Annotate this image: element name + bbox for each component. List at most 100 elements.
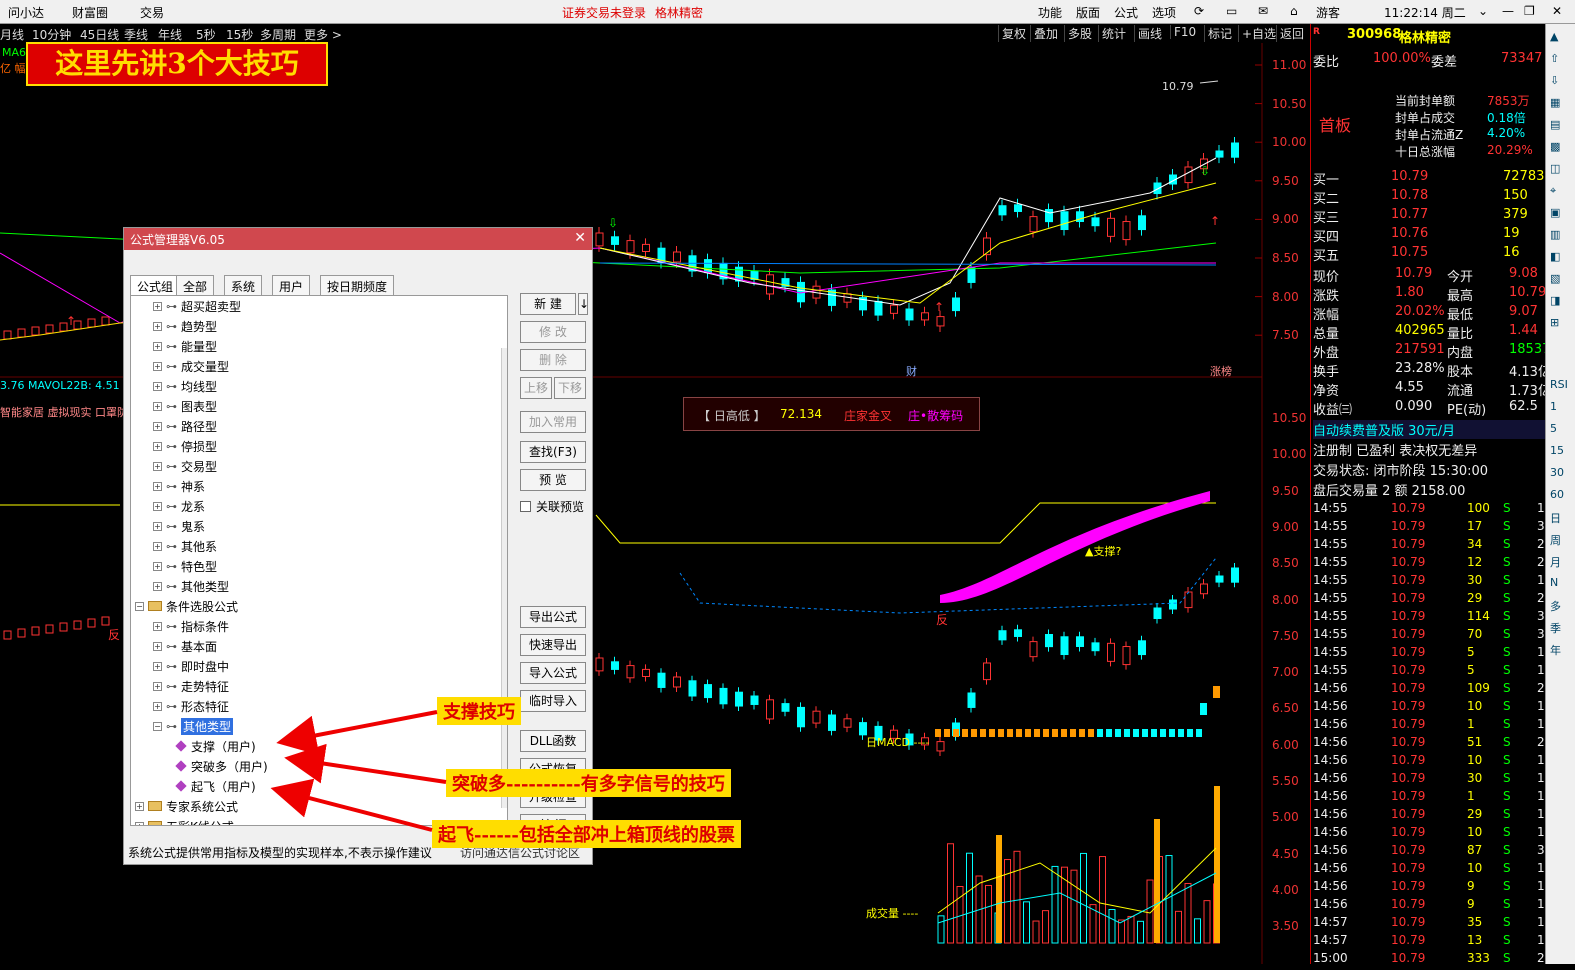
dialog-button[interactable]: 修 改 [520,321,586,343]
tree-node[interactable]: + ⊶ 成交量型 [153,356,229,376]
side-tool-label[interactable]: 5 [1550,422,1557,435]
expand-icon[interactable]: + [153,661,162,671]
tree-node[interactable]: + 专家系统公式 [135,796,238,816]
tool-huaxian[interactable]: 画线 [1134,25,1165,42]
period-more[interactable]: 更多 > [304,26,342,43]
tool-duogu[interactable]: 多股 [1064,25,1095,42]
user-label[interactable]: 游客 [1316,4,1340,21]
tab-user[interactable]: 用户 [272,275,311,295]
expand-icon[interactable]: + [153,321,162,331]
login-notice[interactable]: 证券交易未登录 [562,4,646,21]
tab-all[interactable]: 全部 [176,275,215,295]
tool-icon[interactable]: ▧ [1550,272,1560,285]
dialog-button[interactable]: 查找(F3) [520,441,586,463]
expand-icon[interactable]: + [153,641,162,651]
tool-icon[interactable]: ▩ [1550,140,1560,153]
tab-by-date[interactable]: 按日期频度 [320,275,395,295]
tree-node[interactable]: 起飞（用户) [175,776,256,796]
expand-icon[interactable]: + [135,821,144,825]
side-tool-label[interactable]: 15 [1550,444,1564,457]
tree-node[interactable]: + ⊶ 龙系 [153,496,205,516]
expand-icon[interactable]: − [153,721,162,731]
dialog-button[interactable]: 删 除 [520,349,586,371]
new-dropdown-icon[interactable]: ↓ [578,293,589,315]
dialog-button[interactable]: 上移 [520,377,552,399]
close-icon[interactable]: ✕ [1552,4,1562,18]
tree-node[interactable]: − 条件选股公式 [135,596,238,616]
side-tool-label[interactable]: 1 [1550,400,1557,413]
expand-icon[interactable]: + [153,501,162,511]
minimize-icon[interactable]: — [1502,4,1514,18]
tree-scrollbar[interactable] [501,348,507,808]
tree-node[interactable]: + ⊶ 基本面 [153,636,217,656]
expand-icon[interactable]: + [153,461,162,471]
tree-node[interactable]: + ⊶ 路径型 [153,416,217,436]
tool-icon[interactable]: ⇧ [1550,52,1559,65]
tool-icon[interactable]: ◫ [1550,162,1560,175]
tree-node[interactable]: + ⊶ 指标条件 [153,616,229,636]
expand-icon[interactable]: + [153,481,162,491]
expand-icon[interactable]: + [153,521,162,531]
side-tool-label[interactable]: 30 [1550,466,1564,479]
tool-fanhui[interactable]: 返回 [1276,25,1307,42]
dialog-close-icon[interactable]: ✕ [574,230,586,246]
expand-icon[interactable]: + [135,801,144,811]
period-10min[interactable]: 10分钟 [32,26,71,43]
tree-node[interactable]: + ⊶ 走势特征 [153,676,229,696]
screen-icon[interactable]: ▭ [1226,4,1237,18]
tool-icon[interactable]: ◧ [1550,250,1560,263]
tool-icon[interactable]: ⊞ [1550,316,1559,329]
refresh-icon[interactable]: ⟳ [1194,4,1204,18]
tool-tongji[interactable]: 统计 [1098,25,1129,42]
expand-icon[interactable]: − [135,601,144,611]
side-tool-label[interactable]: 日 [1550,510,1561,526]
side-tool-label[interactable]: 周 [1550,532,1561,548]
formula-tree[interactable]: + ⊶ 超买超卖型 + ⊶ 趋势型 + ⊶ 能量型 + ⊶ 成交量型 + ⊶ 均线型 + ⊶ 图表型 + ⊶ 路径型 + ⊶… [130,295,508,826]
mail-icon[interactable]: ✉ [1258,4,1268,18]
expand-icon[interactable]: + [153,561,162,571]
dialog-button[interactable]: 快速导出 [520,634,586,656]
dialog-button[interactable]: 导出公式 [520,606,586,628]
expand-icon[interactable]: + [153,621,162,631]
tree-node[interactable]: + ⊶ 鬼系 [153,516,205,536]
tool-fuquan[interactable]: 复权 [998,25,1029,42]
tool-icon[interactable]: ▣ [1550,206,1560,219]
side-tool-label[interactable]: 60 [1550,488,1564,501]
dialog-button[interactable]: 导入公式 [520,662,586,684]
menu-wenxiaoda[interactable]: 问小达 [8,4,44,21]
side-tool-label[interactable]: N [1550,576,1558,589]
maximize-icon[interactable]: ❐ [1524,4,1535,18]
dialog-button[interactable]: 临时导入 [520,690,586,712]
side-tool-label[interactable]: 年 [1550,642,1561,658]
tree-node[interactable]: − ⊶ 其他类型 [153,716,234,736]
tool-icon[interactable]: ▤ [1550,118,1560,131]
tree-node[interactable]: + 五彩K线公式 [135,816,234,825]
period-year[interactable]: 年线 [158,26,182,43]
tool-icon[interactable]: ▥ [1550,228,1560,241]
ad-row[interactable]: 自动续费普及版 30元/月 [1313,420,1546,439]
expand-icon[interactable]: + [153,401,162,411]
expand-icon[interactable]: + [153,541,162,551]
period-season[interactable]: 季线 [124,26,148,43]
tool-biaoji[interactable]: 标记 [1204,25,1235,42]
side-tool-label[interactable]: 月 [1550,554,1561,570]
tool-zixuan[interactable]: +自选 [1238,25,1279,42]
tool-icon[interactable]: ◨ [1550,294,1560,307]
side-tool-label[interactable]: 季 [1550,620,1561,636]
tree-node[interactable]: + ⊶ 特色型 [153,556,217,576]
dialog-button[interactable]: 下移 [554,377,586,399]
tree-node[interactable]: + ⊶ 交易型 [153,456,217,476]
menu-jiaoyi[interactable]: 交易 [140,4,164,21]
tree-node[interactable]: + ⊶ 停损型 [153,436,217,456]
link-preview-checkbox[interactable]: 关联预览 [520,498,584,515]
tree-node[interactable]: + ⊶ 能量型 [153,336,217,356]
tab-system[interactable]: 系统 [224,275,263,295]
dialog-button[interactable]: 新 建 [520,293,576,315]
tool-icon[interactable]: ▲ [1550,30,1558,43]
expand-icon[interactable]: + [153,441,162,451]
dialog-button[interactable]: DLL函数 [520,730,586,752]
checkbox-box[interactable] [520,501,531,512]
dialog-button[interactable]: 预 览 [520,469,586,491]
side-tool-label[interactable]: RSI [1550,378,1568,391]
menu-caifuquan[interactable]: 财富圈 [72,4,108,21]
